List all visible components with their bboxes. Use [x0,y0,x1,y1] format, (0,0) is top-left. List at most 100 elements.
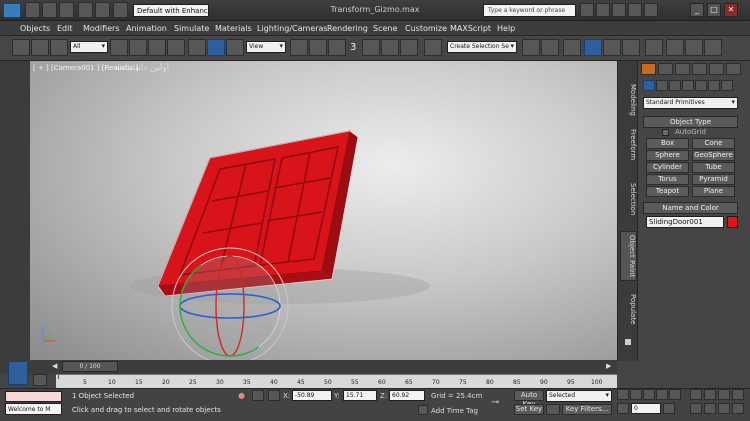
absolute-mode-icon[interactable] [268,390,280,401]
set-key-mode-icon[interactable] [546,404,560,415]
camera-viewport[interactable] [30,61,617,360]
curve-editor-icon[interactable] [603,39,621,56]
next-frame-arrow[interactable]: ▶ [606,362,614,372]
plane-button[interactable]: Plane [692,186,735,197]
go-to-start-icon[interactable] [617,389,629,400]
auto-key-button[interactable]: Auto Key [514,390,544,408]
help-icon[interactable] [644,3,658,17]
torus-button[interactable]: Torus [646,174,689,185]
create-tab-icon[interactable] [641,63,656,75]
render-teapot-icon[interactable] [704,39,722,56]
menu-animation[interactable]: Animation [126,24,167,33]
rotate-icon[interactable] [207,39,225,56]
modify-tab-icon[interactable] [658,63,673,75]
z-coordinate-field[interactable]: 60.92 [389,390,425,401]
search-input[interactable]: Type a keyword or phrase [483,4,576,17]
menu-rendering[interactable]: Rendering [327,24,368,33]
menu-simulate[interactable]: Simulate [174,24,209,33]
field-of-view-icon[interactable] [690,403,702,414]
isolate-icon[interactable]: ● [238,391,246,401]
key-mode-dropdown[interactable]: Selected [546,390,612,402]
next-frame-icon[interactable] [656,389,668,400]
angle-snap-icon[interactable] [362,39,380,56]
maximize-viewport-icon[interactable] [732,403,744,414]
time-slider-thumb[interactable]: 0 / 100 [62,361,118,372]
minimize-button[interactable]: _ [690,3,704,17]
link-icon[interactable] [12,39,30,56]
menu-customize[interactable]: Customize [405,24,447,33]
mini-listener-icon[interactable] [8,361,28,385]
bind-spacewarp-icon[interactable] [50,39,68,56]
x-coordinate-field[interactable]: -50.89 [292,390,332,401]
zoom-icon[interactable] [690,389,702,400]
space-warps-icon[interactable] [708,80,720,91]
zoom-extents-icon[interactable] [718,389,730,400]
ribbon-expand-icon[interactable] [625,339,631,345]
snaps-toggle[interactable]: 3 [350,42,356,53]
time-tag-icon[interactable] [418,405,428,415]
pyramid-button[interactable]: Pyramid [692,174,735,185]
geometry-icon[interactable] [643,80,655,91]
time-config-icon[interactable] [663,403,675,414]
selection-filter-dropdown[interactable]: All [70,41,108,53]
tab-selection[interactable]: Selection [620,179,637,219]
schematic-view-icon[interactable] [622,39,640,56]
box-button[interactable]: Box [646,138,689,149]
zoom-extents-all-icon[interactable] [732,389,744,400]
undo-icon[interactable] [78,2,93,18]
systems-icon[interactable] [721,80,733,91]
tab-object-paint[interactable]: Object Paint [620,231,637,281]
menu-materials[interactable]: Materials [215,24,252,33]
track-bar-toggle-icon[interactable] [33,374,47,386]
hierarchy-tab-icon[interactable] [675,63,690,75]
object-color-swatch[interactable] [727,216,738,228]
select-object-icon[interactable] [110,39,128,56]
menu-maxscript[interactable]: MAXScript [450,24,491,33]
percent-snap-icon[interactable] [381,39,399,56]
reference-coordinate-dropdown[interactable]: View [246,41,286,53]
rectangular-selection-icon[interactable] [148,39,166,56]
sphere-button[interactable]: Sphere [646,150,689,161]
autogrid-checkbox[interactable] [662,129,669,136]
utilities-tab-icon[interactable] [726,63,741,75]
geosphere-button[interactable]: GeoSphere [692,150,735,161]
lights-icon[interactable] [669,80,681,91]
zoom-all-icon[interactable] [704,389,716,400]
subscription-icon[interactable] [596,3,610,17]
helpers-icon[interactable] [695,80,707,91]
prev-frame-arrow[interactable]: ◀ [52,362,60,372]
motion-tab-icon[interactable] [692,63,707,75]
star-icon[interactable] [628,3,642,17]
go-to-end-icon[interactable] [669,389,681,400]
orbit-icon[interactable] [718,403,730,414]
binoculars-icon[interactable] [580,3,594,17]
spinner-snap-icon[interactable] [400,39,418,56]
object-name-field[interactable]: SlidingDoor001 [646,216,724,228]
window-crossing-icon[interactable] [167,39,185,56]
key-icon[interactable]: ⊸ [491,397,509,408]
save-file-icon[interactable] [59,2,74,18]
layer-manager-icon[interactable] [563,39,581,56]
key-mode-toggle-icon[interactable] [617,403,629,414]
menu-scene[interactable]: Scene [373,24,397,33]
tube-button[interactable]: Tube [692,162,735,173]
edit-named-selection-icon[interactable] [424,39,442,56]
key-filters-button[interactable]: Key Filters... [562,404,612,415]
category-dropdown[interactable]: Standard Primitives [643,97,738,109]
unlink-icon[interactable] [31,39,49,56]
open-file-icon[interactable] [42,2,57,18]
tab-freeform[interactable]: Freeform [620,125,637,165]
pivot-center-icon[interactable] [290,39,308,56]
y-coordinate-field[interactable]: 15.71 [343,390,377,401]
menu-objects[interactable]: Objects [20,24,50,33]
previous-frame-icon[interactable] [630,389,642,400]
track-bar[interactable]: 5 10 15 20 25 30 35 40 45 50 55 60 65 70… [56,374,617,388]
align-icon[interactable] [541,39,559,56]
workspace-dropdown[interactable]: Default with Enhance [133,4,209,17]
select-by-name-icon[interactable] [129,39,147,56]
maximize-button[interactable]: □ [707,3,721,17]
cylinder-button[interactable]: Cylinder [646,162,689,173]
menu-help[interactable]: Help [497,24,515,33]
move-icon[interactable] [188,39,206,56]
redo-icon[interactable] [95,2,110,18]
